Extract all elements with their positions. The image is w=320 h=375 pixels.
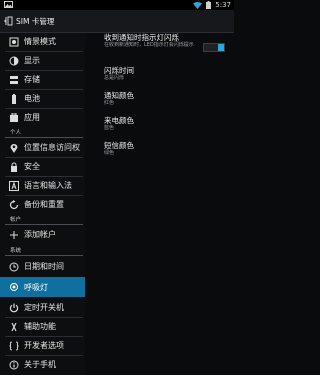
sidebar-item-location[interactable]: 位置信息访问权: [0, 139, 85, 156]
status-bar: 5:37: [0, 0, 234, 10]
sidebar-item-about-phone[interactable]: 关于手机: [0, 356, 85, 373]
sidebar-item-label: 呼吸灯: [24, 282, 48, 292]
notification-light-icon: [9, 282, 19, 292]
brightness-icon: [9, 56, 19, 66]
sidebar-item-scheduled-power[interactable]: 定时开关机: [0, 299, 85, 316]
sidebar-item-battery[interactable]: 电池: [0, 90, 85, 107]
settings-sidebar: 情景模式 显示 存储 电池 应用 个人 位置信息访问权 安全 语言和输入法 备份…: [0, 33, 85, 375]
section-header-personal: 个人: [10, 130, 22, 136]
sidebar-item-sound-profile[interactable]: 情景模式: [0, 33, 85, 50]
pref-title: 闪烁时间: [104, 66, 134, 75]
sidebar-item-apps[interactable]: 应用: [0, 109, 85, 126]
developer-icon: [9, 341, 19, 351]
pref-title: 通知颜色: [104, 91, 134, 100]
info-icon: [9, 360, 19, 370]
backup-icon: [9, 199, 19, 210]
toggle-thumb: [218, 44, 224, 51]
location-icon: [9, 143, 19, 153]
pref-summary: 蓝色: [104, 125, 115, 131]
image-notification-icon: [4, 1, 13, 8]
lock-icon: [9, 162, 19, 172]
app-title: SIM 卡管理: [16, 16, 55, 26]
power-schedule-icon: [9, 303, 19, 313]
pref-summary: 在收到新通知时，LED指示灯会闪烁提示: [104, 42, 194, 48]
battery-icon: [9, 93, 19, 104]
pref-blink-duration[interactable]: 闪烁时间 总是闪烁: [104, 66, 230, 82]
sidebar-item-label: 存储: [24, 75, 40, 84]
sidebar-item-label: 电池: [24, 94, 40, 103]
section-header-system: 系统: [10, 248, 22, 254]
sidebar-item-label: 语言和输入法: [24, 181, 72, 190]
sidebar-item-label: 添加帐户: [24, 230, 56, 239]
sidebar-item-display[interactable]: 显示: [0, 52, 85, 69]
language-icon: [9, 180, 19, 191]
pref-summary: 总是闪烁: [104, 75, 125, 81]
pref-summary: 绿色: [104, 150, 115, 156]
sidebar-item-label: 辅助功能: [24, 322, 56, 331]
sidebar-item-label: 位置信息访问权: [24, 143, 80, 152]
speaker-icon: [9, 37, 19, 47]
blink-toggle-switch[interactable]: [203, 43, 225, 52]
sidebar-item-label: 安全: [24, 162, 40, 171]
sidebar-item-label: 备份和重置: [24, 200, 64, 209]
sidebar-item-label: 日期和时间: [24, 262, 64, 271]
pref-sms-color[interactable]: 短信颜色 绿色: [104, 141, 230, 157]
sidebar-item-label: 显示: [24, 56, 40, 65]
sidebar-item-backup-reset[interactable]: 备份和重置: [0, 196, 85, 213]
clock-icon: [9, 262, 19, 272]
battery-status-icon: [206, 1, 212, 9]
status-time: 5:37: [215, 1, 231, 9]
sidebar-item-language[interactable]: 语言和输入法: [0, 177, 85, 194]
action-bar: SIM 卡管理: [0, 10, 234, 33]
pref-summary: 红色: [104, 100, 115, 106]
pref-title: 短信颜色: [104, 141, 134, 150]
pref-blink-on-notification[interactable]: 收到通知时指示灯闪烁 在收到新通知时，LED指示灯会闪烁提示: [104, 33, 230, 61]
pref-title: 来电颜色: [104, 116, 134, 125]
accessibility-icon: [9, 322, 19, 332]
sidebar-item-add-account[interactable]: 添加帐户: [0, 226, 85, 243]
sidebar-item-label: 情景模式: [24, 37, 56, 46]
sidebar-item-developer-options[interactable]: 开发者选项: [0, 337, 85, 354]
pref-title: 收到通知时指示灯闪烁: [104, 33, 179, 42]
pref-notification-color[interactable]: 通知颜色 红色: [104, 91, 230, 107]
sidebar-item-date-time[interactable]: 日期和时间: [0, 258, 85, 275]
add-icon: [9, 230, 19, 240]
sidebar-item-storage[interactable]: 存储: [0, 71, 85, 88]
wifi-icon: [193, 1, 203, 9]
section-header-accounts: 帐户: [10, 217, 22, 223]
sidebar-item-accessibility[interactable]: 辅助功能: [0, 318, 85, 335]
sidebar-item-label: 开发者选项: [24, 341, 64, 350]
sidebar-item-notification-light[interactable]: 呼吸灯: [0, 277, 85, 297]
storage-icon: [9, 75, 19, 85]
sidebar-item-label: 应用: [24, 113, 40, 122]
sidebar-item-label: 定时开关机: [24, 303, 64, 312]
sidebar-item-label: 关于手机: [24, 360, 56, 369]
sidebar-item-security[interactable]: 安全: [0, 158, 85, 175]
back-icon[interactable]: [3, 15, 13, 27]
apps-icon: [9, 112, 19, 123]
pref-incoming-call-color[interactable]: 来电颜色 蓝色: [104, 116, 230, 132]
